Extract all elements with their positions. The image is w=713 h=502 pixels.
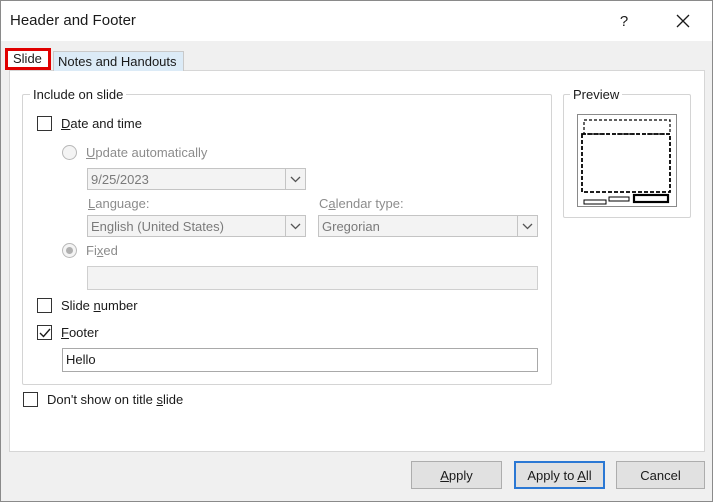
calendar-type-value: Gregorian [322,218,380,234]
slide-layout-thumbnail [581,119,671,205]
slide-number-row[interactable]: Slide number [37,298,138,313]
apply-button-label: Apply [440,467,473,483]
checkmark-icon [39,328,51,338]
slide-preview [577,114,677,207]
footer-label: Footer [61,325,99,340]
include-on-slide-group [22,94,552,385]
slide-number-checkbox[interactable] [37,298,52,313]
help-icon: ? [619,12,629,30]
fixed-radio[interactable] [62,243,77,258]
chevron-down-icon[interactable] [285,169,305,189]
date-and-time-label: Date and time [61,116,142,131]
tab-label: Notes and Handouts [58,54,177,69]
update-automatically-row[interactable]: Update automatically [62,145,207,160]
chevron-down-icon[interactable] [517,216,537,236]
dont-show-on-title-slide-label: Don't show on title slide [47,392,184,407]
include-on-slide-legend: Include on slide [30,87,127,102]
close-icon [676,14,690,28]
calendar-type-dropdown[interactable]: Gregorian [318,215,538,237]
preview-legend: Preview [570,87,623,102]
date-and-time-checkbox[interactable] [37,116,52,131]
language-dropdown[interactable]: English (United States) [87,215,306,237]
footer-text-input[interactable]: Hello [62,348,538,372]
radio-selected-dot [66,247,73,254]
date-format-value: 9/25/2023 [91,171,149,187]
date-and-time-row[interactable]: Date and time [37,116,142,131]
header-footer-dialog: Header and Footer ? Notes and Handouts S… [0,0,713,502]
date-format-dropdown[interactable]: 9/25/2023 [87,168,306,190]
dont-show-on-title-slide-row[interactable]: Don't show on title slide [23,392,183,407]
fixed-date-input[interactable] [87,266,538,290]
slide-number-label: Slide number [61,298,138,313]
tab-label: Slide [13,51,42,66]
tab-slide[interactable]: Slide [5,48,51,70]
apply-to-all-button[interactable]: Apply to All [514,461,605,489]
title-bar: Header and Footer ? [1,1,712,41]
footer-checkbox[interactable] [37,325,52,340]
apply-button[interactable]: Apply [411,461,502,489]
language-value: English (United States) [91,218,224,234]
help-button[interactable]: ? [607,5,641,37]
fixed-label: Fixed [86,243,118,258]
footer-row[interactable]: Footer [37,325,99,340]
dont-show-on-title-slide-checkbox[interactable] [23,392,38,407]
chevron-down-icon[interactable] [285,216,305,236]
update-automatically-radio[interactable] [62,145,77,160]
calendar-type-label: Calendar type: [319,196,404,211]
close-button[interactable] [665,5,701,37]
language-label: Language: [88,196,150,211]
cancel-button[interactable]: Cancel [616,461,705,489]
dialog-title: Header and Footer [10,12,136,29]
apply-to-all-button-label: Apply to All [527,467,592,483]
update-automatically-label: Update automatically [86,145,208,160]
fixed-row[interactable]: Fixed [62,243,118,258]
tab-notes-and-handouts[interactable]: Notes and Handouts [53,51,184,71]
cancel-button-label: Cancel [640,467,681,483]
